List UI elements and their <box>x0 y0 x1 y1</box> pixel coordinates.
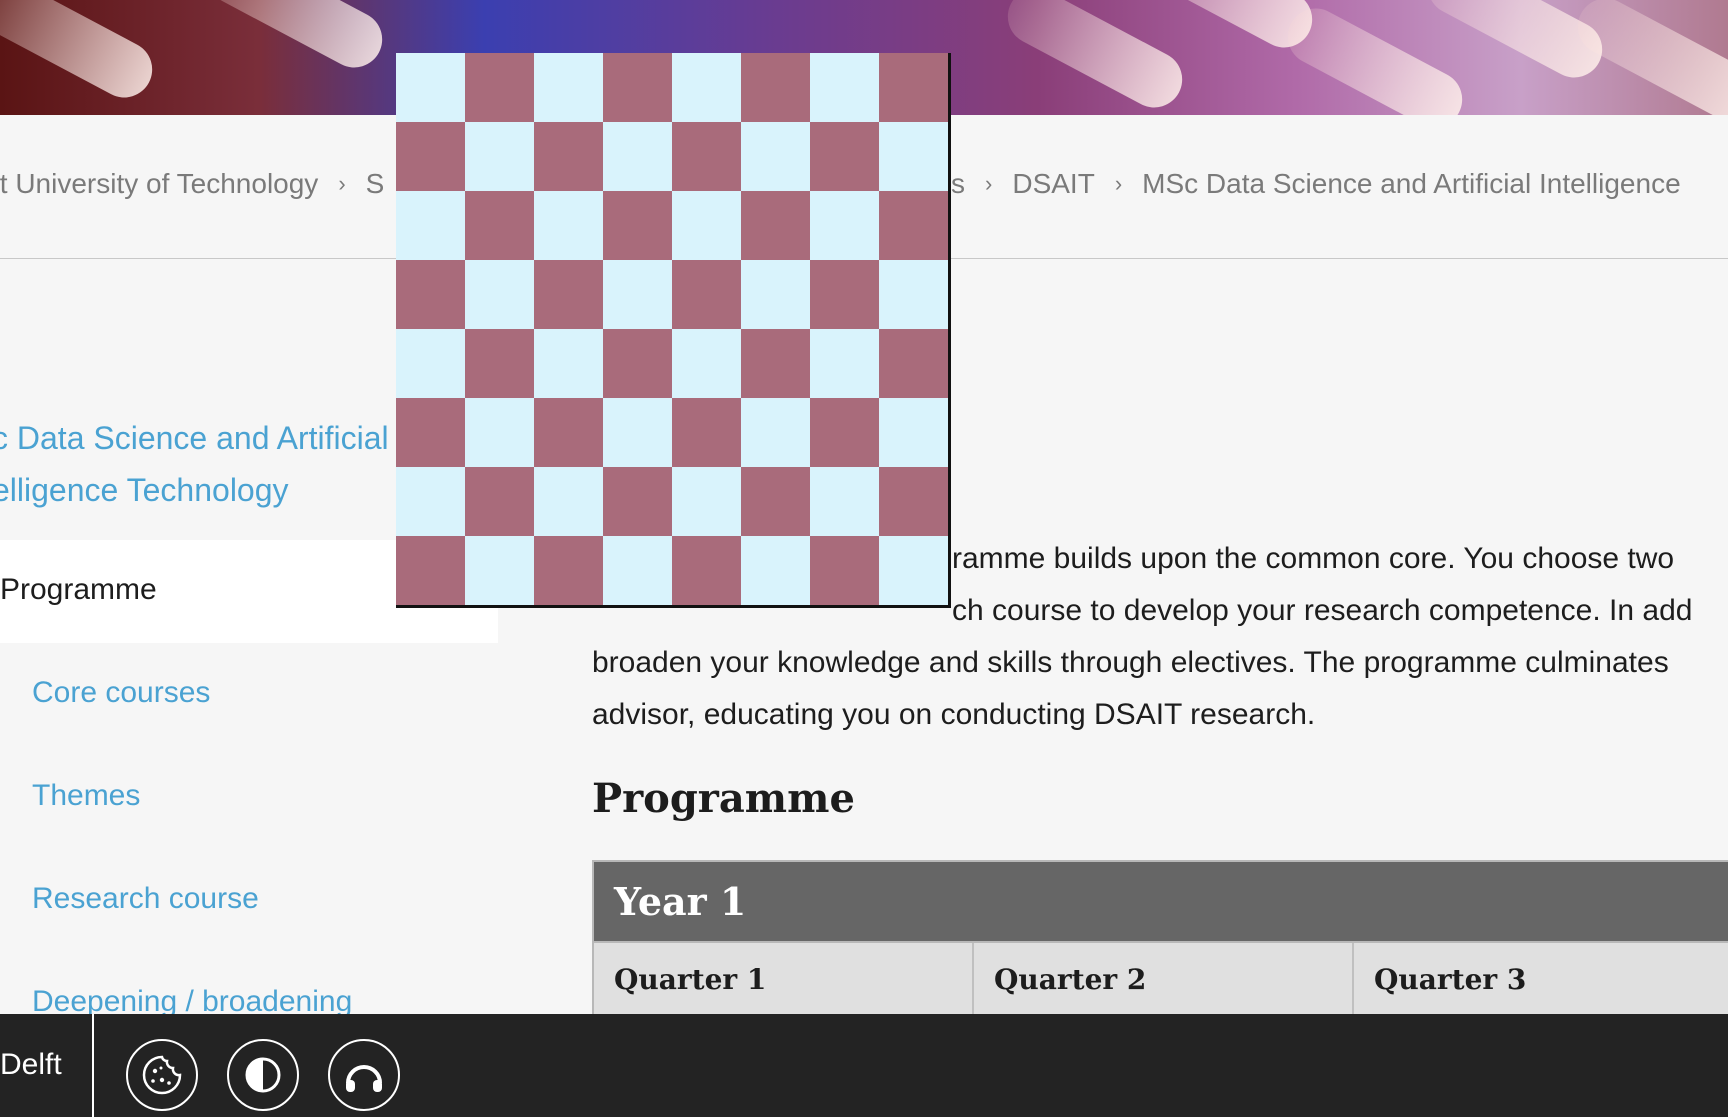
breadcrumb-item-msc[interactable]: MSc Data Science and Artificial Intellig… <box>1142 168 1681 200</box>
cookie-icon <box>142 1055 182 1095</box>
checker-square <box>396 53 465 122</box>
breadcrumb-item-university[interactable]: ft University of Technology <box>0 168 318 200</box>
checker-square <box>603 467 672 536</box>
programme-table: Year 1 Quarter 1 Quarter 2 Quarter 3 <box>592 860 1728 1024</box>
breadcrumb-item-dsait[interactable]: DSAIT <box>1012 168 1094 200</box>
chevron-right-icon: › <box>338 171 346 196</box>
checker-square <box>603 260 672 329</box>
table-quarter-header: Quarter 1 <box>594 943 974 1022</box>
checker-square <box>465 191 534 260</box>
checker-square <box>672 260 741 329</box>
chevron-right-icon: › <box>1114 171 1123 196</box>
banner-decoration <box>997 0 1193 115</box>
checker-square <box>810 53 879 122</box>
checker-square <box>465 53 534 122</box>
checker-square <box>810 329 879 398</box>
checker-square <box>741 329 810 398</box>
checker-square <box>396 467 465 536</box>
checker-square <box>465 122 534 191</box>
checker-square <box>741 260 810 329</box>
checker-square <box>810 191 879 260</box>
checker-square <box>534 53 603 122</box>
checker-square <box>879 329 948 398</box>
breadcrumb-item-s[interactable]: S <box>366 168 385 200</box>
checker-square <box>741 122 810 191</box>
banner-decoration <box>1277 0 1473 115</box>
checker-square <box>879 467 948 536</box>
sidebar-title[interactable]: c Data Science and Artificial elligence … <box>0 412 412 516</box>
checker-square <box>741 53 810 122</box>
checker-square <box>879 260 948 329</box>
section-heading: Programme <box>592 775 855 822</box>
checker-square <box>603 53 672 122</box>
checker-square <box>603 191 672 260</box>
checker-square <box>603 536 672 605</box>
checker-square <box>672 329 741 398</box>
checker-square <box>810 398 879 467</box>
checker-square <box>741 398 810 467</box>
checker-square <box>534 122 603 191</box>
checker-square <box>465 329 534 398</box>
checker-square <box>672 467 741 536</box>
checker-square <box>741 536 810 605</box>
checker-square <box>810 122 879 191</box>
cookie-settings-button[interactable] <box>126 1039 198 1111</box>
checker-square <box>879 53 948 122</box>
contrast-toggle-button[interactable] <box>227 1039 299 1111</box>
sidebar-item-themes[interactable]: Themes <box>32 779 140 813</box>
contrast-icon <box>245 1057 281 1093</box>
table-year-header[interactable]: Year 1 <box>594 862 1728 943</box>
sidebar-item-research-course[interactable]: Research course <box>32 882 259 916</box>
checker-square <box>810 536 879 605</box>
sidebar-item-label: Programme <box>0 573 157 606</box>
banner-decoration <box>0 0 163 108</box>
checker-square <box>465 467 534 536</box>
checker-square <box>810 260 879 329</box>
banner-decoration <box>197 0 393 78</box>
checker-square <box>396 329 465 398</box>
checker-square <box>396 536 465 605</box>
footer-bar: Delft <box>0 1014 1728 1117</box>
chevron-right-icon: › <box>985 171 993 196</box>
checker-square <box>672 191 741 260</box>
checker-square <box>465 398 534 467</box>
checker-square <box>672 398 741 467</box>
audio-reader-button[interactable] <box>328 1039 400 1111</box>
checker-square <box>396 398 465 467</box>
checker-square <box>810 467 879 536</box>
checker-square <box>465 536 534 605</box>
checker-square <box>741 467 810 536</box>
checker-square <box>534 329 603 398</box>
table-quarter-header: Quarter 3 <box>1354 943 1728 1022</box>
checker-square <box>534 260 603 329</box>
headphones-icon <box>346 1065 382 1092</box>
checker-square <box>534 467 603 536</box>
checker-square <box>534 191 603 260</box>
checker-square <box>603 329 672 398</box>
checker-square <box>879 536 948 605</box>
checker-square <box>879 398 948 467</box>
checker-square <box>465 260 534 329</box>
checker-square <box>741 191 810 260</box>
checker-square <box>672 122 741 191</box>
footer-divider <box>92 1014 94 1117</box>
checker-square <box>396 122 465 191</box>
checker-square <box>396 191 465 260</box>
checker-square <box>672 53 741 122</box>
checker-square <box>534 536 603 605</box>
checker-square <box>879 191 948 260</box>
checker-square <box>603 398 672 467</box>
checker-square <box>603 122 672 191</box>
checker-square <box>534 398 603 467</box>
checkerboard-overlay <box>396 53 951 608</box>
footer-brand: Delft <box>0 1048 62 1081</box>
checker-square <box>672 536 741 605</box>
checker-square <box>396 260 465 329</box>
table-quarter-header: Quarter 2 <box>974 943 1354 1022</box>
checker-square <box>879 122 948 191</box>
table-quarter-row: Quarter 1 Quarter 2 Quarter 3 <box>594 943 1728 1022</box>
sidebar-item-core-courses[interactable]: Core courses <box>32 676 210 710</box>
